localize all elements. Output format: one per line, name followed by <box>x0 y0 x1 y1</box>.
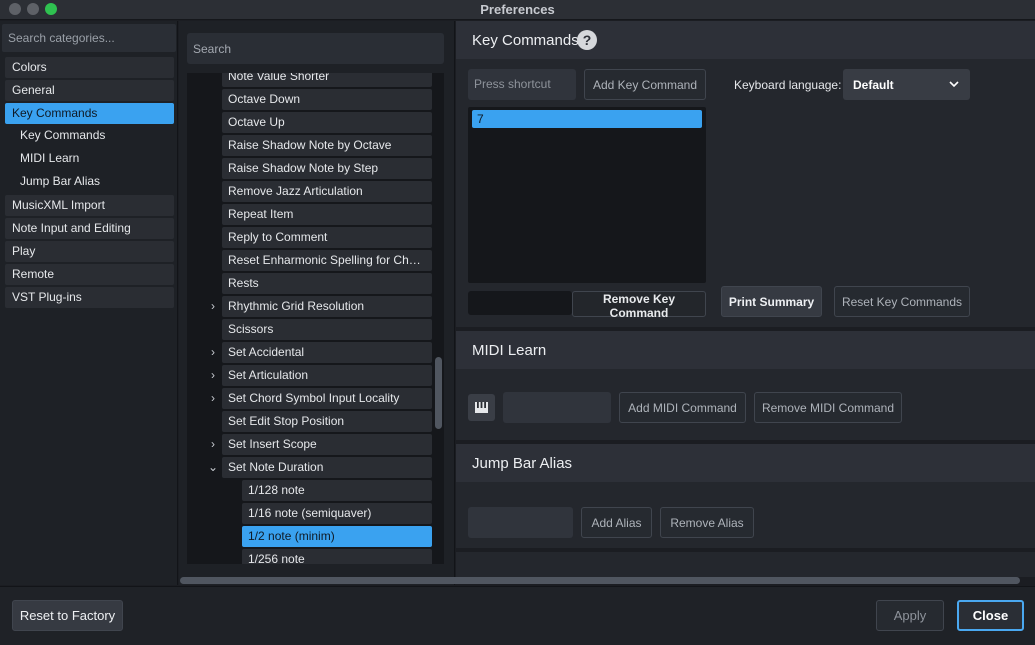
tree-row[interactable]: Set Insert Scope <box>222 434 432 455</box>
midi-learn-header: MIDI Learn <box>456 331 1035 369</box>
chevron-right-icon[interactable]: › <box>207 437 219 451</box>
assigned-key-item[interactable]: 7 <box>472 110 702 128</box>
tree-row[interactable]: Scissors <box>222 319 432 340</box>
tree-row[interactable]: Remove Jazz Articulation <box>222 181 432 202</box>
tree-row[interactable]: Octave Down <box>222 89 432 110</box>
category-general[interactable]: General <box>5 80 174 101</box>
close-button[interactable]: Close <box>957 600 1024 631</box>
tree-row[interactable]: Set Accidental <box>222 342 432 363</box>
categories-panel: Search categories... Colors General Key … <box>0 21 178 585</box>
key-command-filler <box>468 291 572 315</box>
keyboard-language-label: Keyboard language: <box>734 78 842 92</box>
title-bar: Preferences <box>0 0 1035 20</box>
remove-alias-button[interactable]: Remove Alias <box>660 507 754 538</box>
midi-input[interactable] <box>503 392 611 423</box>
chevron-right-icon[interactable]: › <box>207 299 219 313</box>
tree-row[interactable]: Set Note Duration <box>222 457 432 478</box>
category-sub-jump-bar-alias[interactable]: Jump Bar Alias <box>5 171 174 192</box>
remove-key-command-button[interactable]: Remove Key Command <box>572 291 706 320</box>
print-summary-button[interactable]: Print Summary <box>721 286 822 317</box>
category-key-commands[interactable]: Key Commands <box>5 103 174 124</box>
chevron-down-icon[interactable]: ⌄ <box>207 460 219 474</box>
shortcut-input[interactable]: Press shortcut <box>468 69 576 100</box>
chevron-down-icon <box>949 81 959 88</box>
chevron-right-icon[interactable]: › <box>207 345 219 359</box>
keyboard-language-value: Default <box>853 78 894 92</box>
command-search-input[interactable]: Search <box>187 33 444 64</box>
settings-panel: Key Commands ? Press shortcut Add Key Co… <box>456 21 1035 577</box>
command-tree: Note Value Shorter Octave Down Octave Up… <box>187 73 444 564</box>
jump-bar-alias-title: Jump Bar Alias <box>472 455 573 472</box>
tree-row[interactable]: Raise Shadow Note by Step <box>222 158 432 179</box>
apply-button[interactable]: Apply <box>876 600 944 631</box>
tree-row[interactable]: Rests <box>222 273 432 294</box>
tree-row[interactable]: Reply to Comment <box>222 227 432 248</box>
category-search-input[interactable]: Search categories... <box>2 24 176 52</box>
tree-row[interactable]: 1/16 note (semiquaver) <box>242 503 432 524</box>
category-remote[interactable]: Remote <box>5 264 174 285</box>
add-midi-command-button[interactable]: Add MIDI Command <box>619 392 746 423</box>
key-commands-header: Key Commands ? <box>456 21 1035 59</box>
tree-row[interactable]: Note Value Shorter <box>222 73 432 87</box>
chevron-right-icon[interactable]: › <box>207 391 219 405</box>
category-note-input-editing[interactable]: Note Input and Editing <box>5 218 174 239</box>
help-icon[interactable]: ? <box>577 30 597 50</box>
remove-midi-command-button[interactable]: Remove MIDI Command <box>754 392 902 423</box>
tree-row-selected[interactable]: 1/2 note (minim) <box>242 526 432 547</box>
key-commands-title: Key Commands <box>472 32 579 49</box>
section-divider <box>456 548 1035 552</box>
horizontal-scrollbar[interactable] <box>180 577 1020 584</box>
command-list-scrollbar[interactable] <box>435 357 442 429</box>
keyboard-language-select[interactable]: Default <box>843 69 970 100</box>
tree-row[interactable]: Octave Up <box>222 112 432 133</box>
command-list-panel: Search Note Value Shorter Octave Down Oc… <box>179 21 455 585</box>
assigned-keys-list: 7 <box>468 107 706 283</box>
jump-bar-alias-header: Jump Bar Alias <box>456 444 1035 482</box>
reset-key-commands-button[interactable]: Reset Key Commands <box>834 286 970 317</box>
add-alias-button[interactable]: Add Alias <box>581 507 652 538</box>
tree-row[interactable]: Set Chord Symbol Input Locality <box>222 388 432 409</box>
category-sub-key-commands[interactable]: Key Commands <box>5 125 174 146</box>
category-sub-midi-learn[interactable]: MIDI Learn <box>5 148 174 169</box>
tree-row[interactable]: Repeat Item <box>222 204 432 225</box>
add-key-command-button[interactable]: Add Key Command <box>584 69 706 100</box>
reset-to-factory-button[interactable]: Reset to Factory <box>12 600 123 631</box>
midi-learn-title: MIDI Learn <box>472 342 547 359</box>
tree-row[interactable]: Set Articulation <box>222 365 432 386</box>
tree-row[interactable]: 1/128 note <box>242 480 432 501</box>
tree-row[interactable]: Rhythmic Grid Resolution <box>222 296 432 317</box>
tree-row[interactable]: Set Edit Stop Position <box>222 411 432 432</box>
category-vst-plugins[interactable]: VST Plug-ins <box>5 287 174 308</box>
tree-row[interactable]: 1/256 note <box>242 549 432 564</box>
alias-input[interactable] <box>468 507 573 538</box>
piano-keys-icon[interactable] <box>468 394 495 421</box>
dialog-footer: Reset to Factory Apply Close <box>0 586 1035 645</box>
category-musicxml-import[interactable]: MusicXML Import <box>5 195 174 216</box>
category-colors[interactable]: Colors <box>5 57 174 78</box>
window-title: Preferences <box>480 2 555 17</box>
tree-row[interactable]: Reset Enharmonic Spelling for Chord Symb… <box>222 250 432 271</box>
category-play[interactable]: Play <box>5 241 174 262</box>
chevron-right-icon[interactable]: › <box>207 368 219 382</box>
tree-row[interactable]: Raise Shadow Note by Octave <box>222 135 432 156</box>
